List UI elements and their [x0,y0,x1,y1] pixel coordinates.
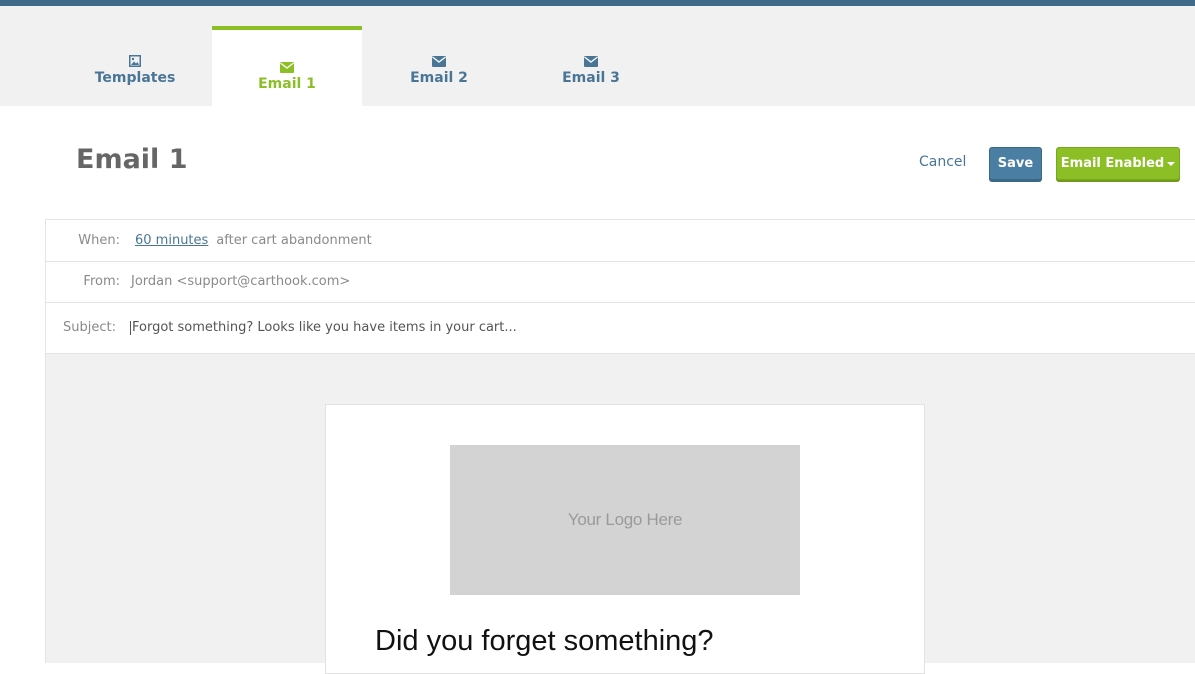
subject-row: Subject: [46,303,1195,354]
subject-label: Subject: [63,320,116,335]
tab-label: Templates [94,70,176,86]
subject-input[interactable] [130,321,1032,335]
email-tabs: Templates Email 1 Email 2 Email 3 [0,6,1195,112]
when-value-group: 60 minutes after cart abandonment [135,233,372,248]
envelope-icon [364,52,514,67]
when-suffix: after cart abandonment [216,233,372,248]
save-button[interactable]: Save [989,147,1042,180]
email-settings-panel: When: 60 minutes after cart abandonment F… [45,219,1195,354]
email-enabled-label: Email Enabled [1060,156,1165,171]
caret-down-icon [1167,161,1176,166]
page-title: Email 1 [76,144,188,175]
tab-email-2[interactable]: Email 2 [364,6,514,106]
tab-email-1[interactable]: Email 1 [212,26,362,112]
logo-placeholder[interactable]: Your Logo Here [450,445,800,595]
envelope-icon [212,58,362,73]
tab-label: Email 2 [410,70,468,86]
cancel-button[interactable]: Cancel [919,154,966,170]
email-preview-card: Your Logo Here Did you forget something? [325,404,925,674]
email-enabled-dropdown[interactable]: Email Enabled [1056,147,1180,180]
when-row: When: 60 minutes after cart abandonment [46,220,1195,262]
delay-link[interactable]: 60 minutes [135,233,208,248]
from-value[interactable]: Jordan <support@carthook.com> [131,274,350,289]
image-icon [60,52,210,67]
tab-label: Email 1 [258,76,316,92]
email-heading[interactable]: Did you forget something? [375,625,714,658]
when-label: When: [78,233,120,248]
from-row: From: Jordan <support@carthook.com> [46,262,1195,303]
envelope-icon [516,52,666,67]
email-preview-area: Your Logo Here Did you forget something? [45,354,1195,674]
tab-email-3[interactable]: Email 3 [516,6,666,106]
tab-label: Email 3 [562,70,620,86]
from-label: From: [83,274,120,289]
tab-templates[interactable]: Templates [60,6,210,106]
